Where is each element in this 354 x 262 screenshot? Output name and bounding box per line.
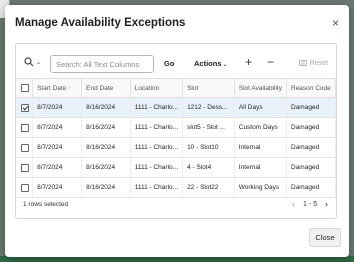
interactive-grid-region: ⌄ Go Actions⌄ + − Reset S: [15, 43, 337, 219]
slot-cell[interactable]: 22 - Slot22: [182, 177, 235, 198]
reason-code-cell[interactable]: Damaged: [286, 117, 336, 138]
select-all-checkbox[interactable]: [21, 84, 29, 92]
start-date-cell[interactable]: 8/7/2024: [32, 117, 83, 138]
end-date-cell[interactable]: 8/16/2024: [81, 117, 131, 138]
close-icon[interactable]: ×: [332, 16, 339, 30]
dialog-title: Manage Availability Exceptions: [15, 17, 186, 29]
reason-code-cell[interactable]: Damaged: [286, 97, 336, 118]
location-cell[interactable]: 1111 - Charlo...: [130, 177, 184, 198]
column-header-slot[interactable]: Slot: [182, 78, 235, 98]
select-all-cell: [16, 78, 34, 98]
row-checkbox[interactable]: [21, 123, 29, 132]
table-row[interactable]: 8/7/2024 8/16/2024 1111 - Charlo... 4 - Slo…: [16, 157, 336, 178]
chevron-down-icon: ⌄: [36, 59, 42, 66]
slot-cell[interactable]: 1212 - Dess...: [182, 97, 235, 118]
start-date-cell[interactable]: 8/7/2024: [32, 157, 83, 178]
data-grid: Start Date↑ End Date Location Slot Slot …: [16, 78, 336, 198]
end-date-cell[interactable]: 8/16/2024: [81, 137, 131, 158]
slot-availability-cell[interactable]: Internal: [234, 157, 288, 178]
close-button[interactable]: Close: [309, 228, 341, 247]
slot-cell[interactable]: 4 - Slot4: [182, 157, 235, 178]
row-checkbox[interactable]: [21, 163, 29, 172]
end-date-cell[interactable]: 8/16/2024: [81, 97, 131, 118]
grid-toolbar: ⌄ Go Actions⌄ + − Reset: [16, 44, 336, 78]
search-input[interactable]: [50, 55, 154, 73]
previous-page-icon[interactable]: ‹: [292, 199, 295, 209]
search-icon: [24, 57, 34, 67]
reason-code-cell[interactable]: Damaged: [286, 137, 336, 158]
table-row[interactable]: 8/7/2024 8/16/2024 1111 - Charlo... 10 - Sl…: [16, 137, 336, 158]
row-checkbox[interactable]: [21, 183, 29, 192]
actions-label: Actions: [194, 59, 222, 68]
table-row[interactable]: 8/7/2024 8/16/2024 1111 - Charlo... slot5 -…: [16, 117, 336, 138]
reset-label: Reset: [309, 59, 328, 67]
next-page-icon[interactable]: ›: [325, 199, 328, 209]
sort-ascending-icon: ↑: [67, 85, 71, 92]
chevron-down-icon: ⌄: [222, 62, 228, 68]
search-column-selector[interactable]: ⌄: [24, 57, 41, 67]
dialog: Manage Availability Exceptions × ⌄ Go Ac…: [5, 5, 349, 257]
reset-icon: [298, 60, 307, 66]
slot-availability-cell[interactable]: Internal: [234, 137, 288, 158]
start-date-cell[interactable]: 8/7/2024: [32, 177, 83, 198]
column-header-location[interactable]: Location: [130, 78, 184, 98]
pagination: ‹ 1 - 5 ›: [292, 199, 328, 209]
column-header-end-date[interactable]: End Date: [81, 78, 131, 98]
reset-button[interactable]: Reset: [298, 59, 328, 67]
slot-cell[interactable]: slot5 - Slot ...: [182, 117, 235, 138]
end-date-cell[interactable]: 8/16/2024: [81, 177, 131, 198]
slot-availability-cell[interactable]: All Days: [234, 97, 288, 118]
grid-header-row: Start Date↑ End Date Location Slot Slot …: [16, 78, 336, 98]
table-row[interactable]: 8/7/2024 8/16/2024 1111 - Charlo... 1212 - …: [16, 97, 336, 118]
row-checkbox[interactable]: [21, 103, 29, 112]
delete-row-button[interactable]: −: [267, 55, 274, 69]
column-header-reason-code[interactable]: Reason Code: [286, 78, 336, 98]
selection-status: 1 rows selected: [23, 201, 69, 208]
row-select-cell: [16, 177, 34, 198]
row-select-cell: [16, 97, 34, 118]
reason-code-cell[interactable]: Damaged: [286, 177, 336, 198]
add-row-button[interactable]: +: [245, 55, 252, 69]
row-select-cell: [16, 137, 34, 158]
slot-availability-cell[interactable]: Working Days: [234, 177, 288, 198]
location-cell[interactable]: 1111 - Charlo...: [130, 157, 184, 178]
location-cell[interactable]: 1111 - Charlo...: [130, 137, 184, 158]
column-label: Start Date: [37, 84, 67, 92]
column-header-slot-availability[interactable]: Slot Availability: [234, 78, 288, 98]
row-checkbox[interactable]: [21, 143, 29, 152]
start-date-cell[interactable]: 8/7/2024: [32, 97, 83, 118]
go-button[interactable]: Go: [164, 59, 174, 68]
column-header-start-date[interactable]: Start Date↑: [32, 78, 83, 98]
slot-availability-cell[interactable]: Custom Days: [234, 117, 288, 138]
table-row[interactable]: 8/7/2024 8/16/2024 1111 - Charlo... 22 - Sl…: [16, 177, 336, 198]
row-select-cell: [16, 117, 34, 138]
location-cell[interactable]: 1111 - Charlo...: [130, 117, 184, 138]
actions-menu-button[interactable]: Actions⌄: [194, 59, 228, 68]
row-select-cell: [16, 157, 34, 178]
reason-code-cell[interactable]: Damaged: [286, 157, 336, 178]
slot-cell[interactable]: 10 - Slot10: [182, 137, 235, 158]
start-date-cell[interactable]: 8/7/2024: [32, 137, 83, 158]
page-range: 1 - 5: [302, 200, 317, 208]
end-date-cell[interactable]: 8/16/2024: [81, 157, 131, 178]
location-cell[interactable]: 1111 - Charlo...: [130, 97, 184, 118]
